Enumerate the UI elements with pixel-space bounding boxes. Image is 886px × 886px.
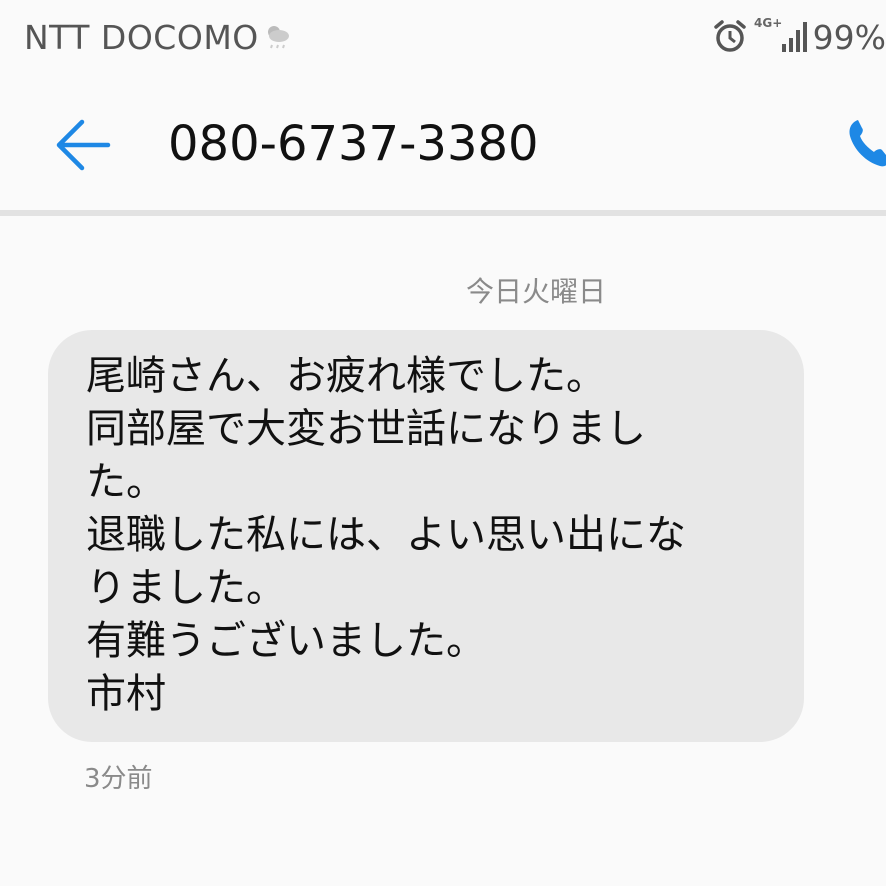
alarm-icon [712, 18, 748, 58]
message-line: 有難うございました。 [86, 618, 486, 664]
status-bar: NTT DOCOMO 4G+ 99% [0, 0, 886, 76]
network-type-label: 4G+ [754, 16, 783, 30]
back-arrow-icon[interactable] [54, 116, 112, 178]
battery-level: 99% [812, 18, 886, 57]
conversation-header: 080-6737-3380 [0, 76, 886, 210]
message-line: 市村 [86, 671, 166, 717]
phone-call-icon[interactable] [846, 114, 886, 174]
message-bubble[interactable]: 尾崎さん、お疲れ様でした。 同部屋で大変お世話になりまし た。 退職した私には、… [48, 330, 804, 742]
message-line: 同部屋で大変お世話になりまし [86, 406, 646, 452]
contact-number: 080-6737-3380 [168, 116, 539, 172]
message-line: 尾崎さん、お疲れ様でした。 [86, 353, 606, 399]
message-timestamp: 3分前 [84, 764, 153, 794]
message-line: 退職した私には、よい思い出にな [86, 512, 686, 558]
weather-icon [262, 20, 292, 54]
signal-icon [782, 20, 808, 56]
date-label: 今日火曜日 [466, 275, 607, 308]
header-divider [0, 210, 886, 216]
message-text: 尾崎さん、お疲れ様でした。 同部屋で大変お世話になりまし た。 退職した私には、… [86, 350, 774, 721]
message-line: た。 [86, 459, 166, 505]
carrier-label: NTT DOCOMO [24, 18, 259, 57]
message-line: りました。 [86, 565, 286, 611]
